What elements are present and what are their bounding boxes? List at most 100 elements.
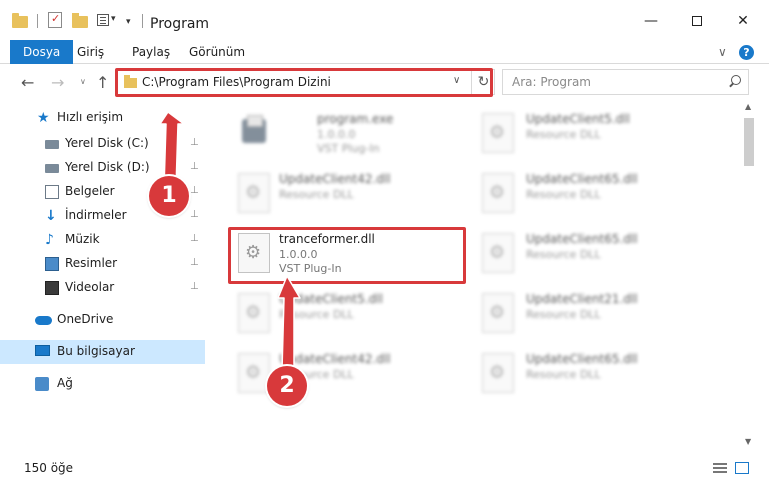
tab-giris[interactable]: Giriş [66,40,115,64]
search-icon[interactable] [729,75,741,87]
sidebar-item-label: Belgeler [65,184,115,198]
sidebar-item-label: OneDrive [57,312,114,326]
ribbon-expand-icon[interactable]: ∨ [718,45,727,59]
file-detail: Resource DLL [526,188,601,201]
file-detail: 1.0.0.0 [317,128,356,141]
dll-file-icon [482,293,514,333]
file-name: UpdateClient21.dll [526,292,638,306]
details-view-icon[interactable] [713,462,727,474]
sidebar-item-label: Hızlı erişim [57,110,124,124]
file-tile[interactable]: UpdateClient21.dll Resource DLL [478,289,718,341]
sidebar-item-music[interactable]: ♪ Müzik ⊥ [0,228,205,252]
onedrive-icon [35,316,52,325]
search-input[interactable]: Ara: Program [502,69,749,95]
pin-icon: ⊥ [190,137,199,148]
file-tile[interactable]: UpdateClient5.dll Resource DLL [478,109,718,161]
file-highlight [228,227,466,284]
file-name: UpdateClient42.dll [279,172,391,186]
file-tile[interactable]: UpdateClient42.dll Resource DLL [234,169,474,221]
recent-locations-icon[interactable]: ∨ [80,77,86,86]
pin-icon: ⊥ [190,185,199,196]
music-icon: ♪ [45,232,54,248]
title-bar: ▾ ▾ Program — ✕ [0,0,769,40]
tab-paylas[interactable]: Paylaş [121,40,181,64]
view-icon[interactable] [97,14,109,26]
dll-file-icon [238,353,270,393]
dll-file-icon [238,293,270,333]
sidebar-item-quick-access[interactable]: ★ Hızlı erişim [0,106,205,130]
back-button[interactable]: ← [21,73,34,92]
file-tile[interactable]: UpdateClient65.dll Resource DLL [478,229,718,281]
dll-file-icon [482,353,514,393]
dll-file-icon [482,233,514,273]
computer-icon [35,345,50,356]
dll-file-icon [482,113,514,153]
documents-icon [45,185,59,199]
maximize-icon [692,16,702,26]
sidebar-item-local-disk-c[interactable]: Yerel Disk (C:) ⊥ [0,132,205,156]
step-badge-2: 2 [267,366,307,406]
file-detail: Resource DLL [279,308,354,321]
download-icon: ↓ [45,208,57,224]
minimize-button[interactable]: — [628,6,674,36]
sidebar-item-network[interactable]: Ağ [0,372,205,396]
sidebar-item-label: Yerel Disk (D:) [65,160,150,174]
dll-file-icon [482,173,514,213]
separator [37,14,38,28]
application-icon [238,113,270,147]
file-tile[interactable]: program.exe 1.0.0.0 VST Plug-In [234,109,474,161]
help-icon[interactable]: ? [739,45,754,60]
scrollbar-thumb[interactable] [744,118,754,166]
file-name: program.exe [317,112,394,126]
customize-quick-access-icon[interactable]: ▾ [126,17,131,33]
window-title: Program [150,16,210,32]
pin-icon: ⊥ [190,281,199,292]
scroll-up-icon[interactable]: ▲ [745,102,751,111]
item-count: 150 öğe [24,461,74,475]
pin-icon: ⊥ [190,233,199,244]
file-detail: Resource DLL [279,188,354,201]
file-tile[interactable]: UpdateClient65.dll Resource DLL [478,349,718,401]
large-icons-view-icon[interactable] [735,462,749,474]
file-detail: Resource DLL [526,248,601,261]
pin-icon: ⊥ [190,209,199,220]
file-tile[interactable]: UpdateClient5.dll Resource DLL [234,289,474,341]
search-placeholder: Ara: Program [512,75,591,89]
file-name: UpdateClient65.dll [526,232,638,246]
step-badge-1: 1 [149,176,189,216]
pin-icon: ⊥ [190,161,199,172]
separator [142,14,143,28]
status-bar: 150 öğe [0,452,769,493]
sidebar-item-videos[interactable]: Videolar ⊥ [0,276,205,300]
maximize-button[interactable] [674,6,720,36]
pictures-icon [45,257,59,271]
vertical-scrollbar[interactable]: ▲ ▼ [741,99,758,452]
dll-file-icon [238,173,270,213]
forward-button[interactable]: → [51,73,64,92]
sidebar-item-onedrive[interactable]: OneDrive [0,308,205,332]
sidebar-item-label: Bu bilgisayar [57,344,135,358]
star-icon: ★ [37,110,50,126]
tab-dosya[interactable]: Dosya [10,40,74,64]
sidebar-item-this-pc[interactable]: Bu bilgisayar [0,340,205,364]
scroll-down-icon[interactable]: ▼ [745,437,751,446]
file-detail: Resource DLL [526,308,601,321]
file-name: UpdateClient5.dll [526,112,630,126]
tab-gorunum[interactable]: Görünüm [178,40,256,64]
chevron-down-icon[interactable]: ▾ [111,14,116,30]
properties-icon[interactable] [48,12,62,28]
sidebar-item-label: Müzik [65,232,100,246]
file-tile[interactable]: UpdateClient65.dll Resource DLL [478,169,718,221]
up-button[interactable]: ↑ [96,73,109,92]
close-button[interactable]: ✕ [720,6,766,36]
sidebar-item-pictures[interactable]: Resimler ⊥ [0,252,205,276]
sidebar-item-label: Yerel Disk (C:) [65,136,149,150]
file-name: UpdateClient65.dll [526,172,638,186]
file-detail: VST Plug-In [317,142,380,155]
folder-icon [12,13,28,28]
new-folder-icon[interactable] [72,13,88,28]
address-bar-highlight [115,68,493,97]
videos-icon [45,281,59,295]
sidebar-item-label: Ağ [57,376,73,390]
network-icon [35,377,49,391]
